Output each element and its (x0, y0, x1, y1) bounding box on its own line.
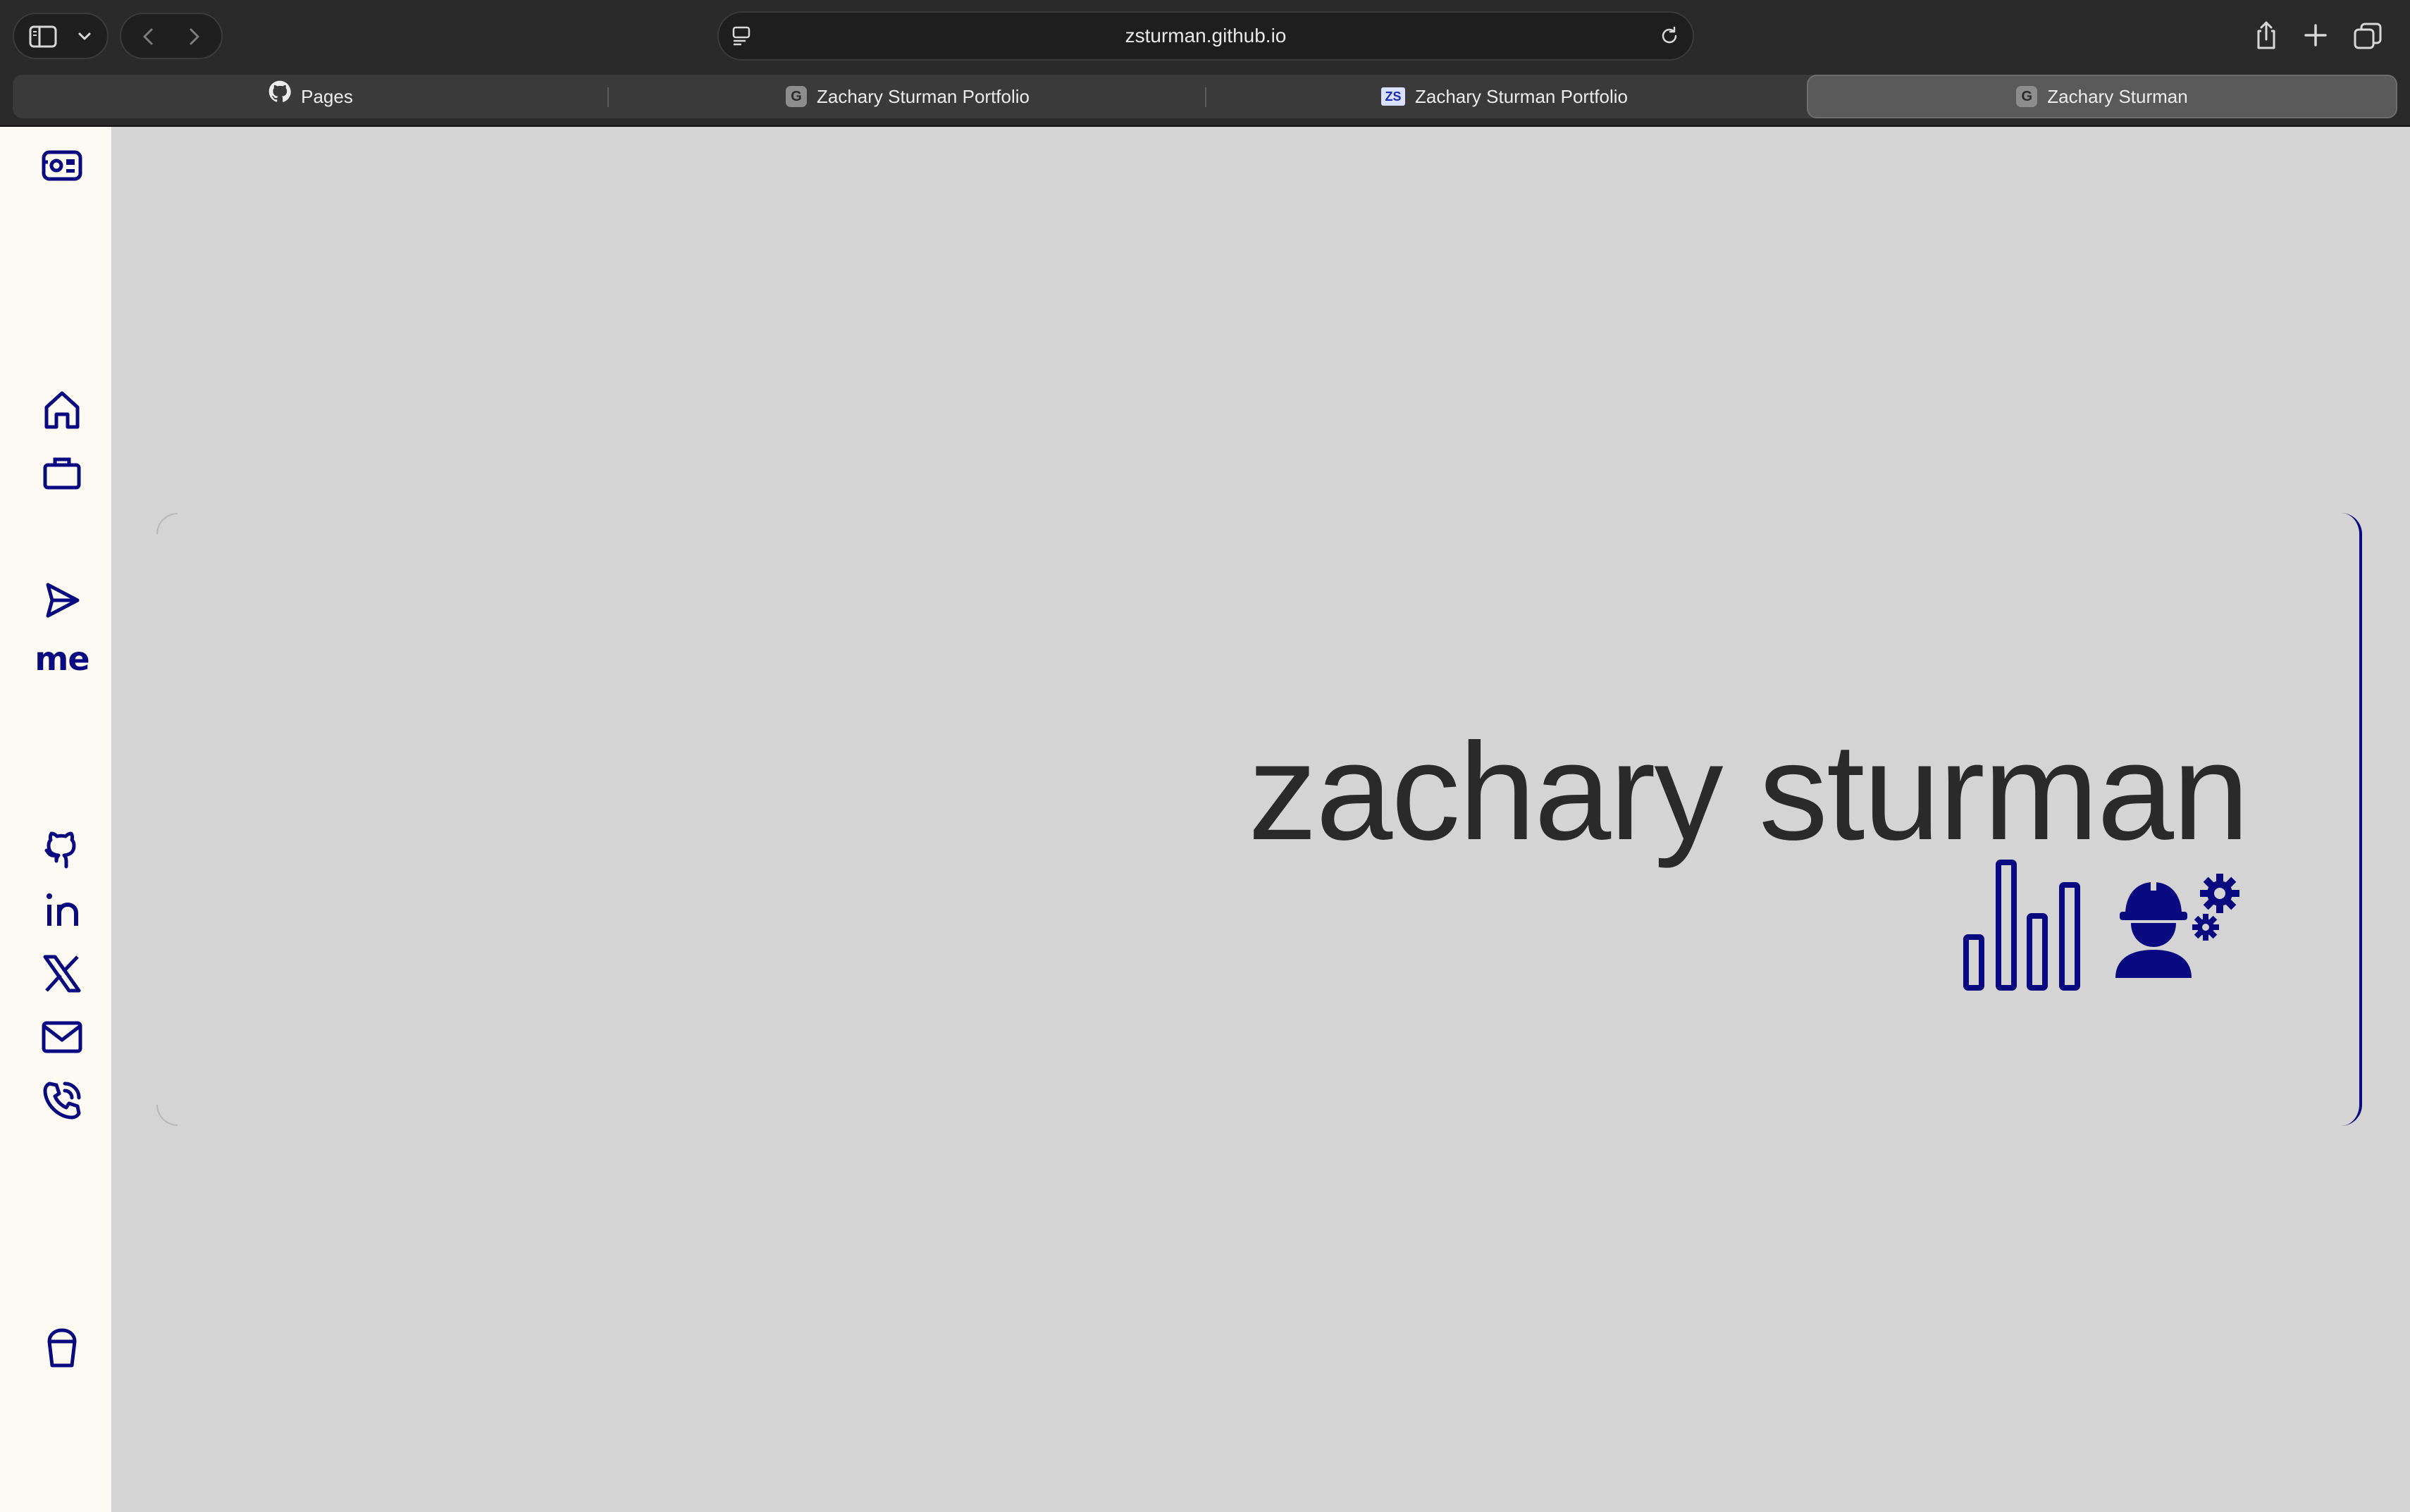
tab-portfolio-2[interactable]: ZS Zachary Sturman Portfolio (1206, 75, 1803, 118)
tabs-strip: Pages G Zachary Sturman Portfolio ZS Zac… (13, 75, 2397, 118)
phone-icon[interactable] (39, 1078, 85, 1123)
tab-portfolio-1[interactable]: G Zachary Sturman Portfolio (609, 75, 1206, 118)
about-me-link[interactable]: me (28, 640, 96, 678)
reload-icon[interactable] (1657, 24, 1681, 48)
tab-pages[interactable]: Pages (13, 75, 609, 118)
mail-icon[interactable] (39, 1015, 85, 1060)
film-camera-icon[interactable] (39, 142, 85, 187)
back-icon[interactable] (137, 25, 161, 49)
browser-toolbar: zsturman.github.io (0, 0, 2410, 72)
hero-name: zachary sturman (1248, 714, 2249, 869)
tab-label: Zachary Sturman Portfolio (816, 86, 1030, 107)
chrome-divider (0, 125, 2410, 127)
share-icon[interactable] (2252, 20, 2280, 51)
tab-label: Pages (301, 86, 353, 107)
history-nav-group (120, 13, 223, 59)
letter-g-icon: G (785, 86, 807, 107)
x-icon[interactable] (39, 951, 85, 996)
sidebar-toggle-icon[interactable] (28, 24, 58, 49)
sidebar-toggle-group[interactable] (13, 13, 109, 59)
tab-overview-icon[interactable] (2352, 21, 2383, 52)
send-icon[interactable] (39, 578, 85, 623)
engineer-gears-icon (2113, 871, 2247, 984)
letter-g-icon: G (2016, 86, 2038, 107)
url-text[interactable]: zsturman.github.io (719, 13, 1693, 59)
bar-chart-icon (1963, 860, 2083, 994)
tab-label: Zachary Sturman (2047, 86, 2188, 107)
linkedin-icon[interactable] (39, 888, 85, 933)
zs-logo-icon: ZS (1380, 87, 1405, 106)
home-icon[interactable] (39, 388, 85, 433)
new-tab-icon[interactable] (2301, 21, 2330, 49)
chevron-down-icon[interactable] (75, 27, 94, 47)
sidebar: me (0, 127, 111, 1512)
address-bar[interactable]: zsturman.github.io (717, 11, 1694, 61)
briefcase-icon[interactable] (39, 451, 85, 496)
tab-zachary-sturman[interactable]: G Zachary Sturman (1807, 75, 2397, 118)
github-icon[interactable] (39, 824, 85, 869)
github-icon (268, 75, 291, 118)
forward-icon[interactable] (182, 25, 206, 49)
tab-label: Zachary Sturman Portfolio (1414, 86, 1628, 107)
bucket-icon[interactable] (39, 1325, 85, 1370)
